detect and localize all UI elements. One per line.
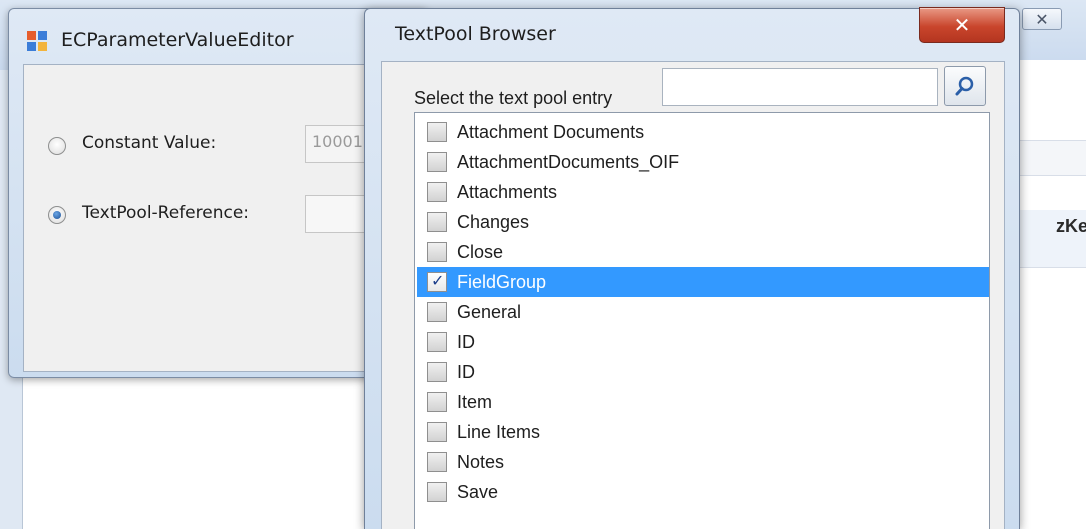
list-item-label: Attachment Documents [457,121,645,142]
list-item-checkbox[interactable] [427,392,447,412]
textpool-search-button[interactable] [944,66,986,106]
list-item[interactable]: AttachmentDocuments_OIF [417,147,989,177]
list-item-checkbox[interactable] [427,122,447,142]
list-item-checkbox[interactable] [427,302,447,322]
list-item-label: Notes [457,451,505,472]
list-item-label: Line Items [457,421,541,442]
constant-value-radio[interactable] [48,137,66,155]
list-item[interactable]: Item [417,387,989,417]
textpool-entry-list[interactable]: Attachment Documents AttachmentDocuments_… [414,112,990,529]
list-item[interactable]: Line Items [417,417,989,447]
list-item-label: Changes [457,211,530,232]
list-item-checkbox[interactable] [427,482,447,502]
app-window-icon [27,31,49,51]
list-item-label: FieldGroup [457,271,547,292]
list-item[interactable]: Changes [417,207,989,237]
list-item[interactable]: General [417,297,989,327]
magnifier-icon [955,76,974,96]
list-item-checkbox[interactable] [427,362,447,382]
textpool-close-button[interactable]: ✕ [919,7,1005,43]
list-item[interactable]: Save [417,477,989,507]
list-item-checkbox[interactable] [427,271,447,292]
background-close-button[interactable]: ✕ [1022,8,1062,30]
list-item-checkbox[interactable] [427,332,447,352]
list-item-checkbox[interactable] [427,152,447,172]
list-item-label: ID [457,331,475,352]
list-item-label: Save [457,481,499,502]
select-entry-label: Select the text pool entry [414,88,613,108]
list-item-checkbox[interactable] [427,212,447,232]
list-item-checkbox[interactable] [427,182,447,202]
list-item[interactable]: FieldGroup [417,267,989,297]
textpool-reference-radio[interactable] [48,206,66,224]
textpool-browser-title: TextPool Browser [395,23,556,45]
list-item-label: AttachmentDocuments_OIF [457,151,680,172]
textpool-search-input[interactable] [662,68,938,106]
list-item[interactable]: ID [417,357,989,387]
list-item-label: ID [457,361,475,382]
list-item[interactable]: Notes [417,447,989,477]
textpool-reference-label: TextPool-Reference: [82,203,250,223]
list-item-checkbox[interactable] [427,242,447,262]
list-item-label: Item [457,391,493,412]
close-icon: ✕ [953,13,971,37]
list-item[interactable]: ID [417,327,989,357]
list-item-checkbox[interactable] [427,452,447,472]
list-item[interactable]: Attachment Documents [417,117,989,147]
background-grid-cell-text: zKeC [1056,216,1086,236]
list-item-label: Attachments [457,181,558,202]
list-item[interactable]: Close [417,237,989,267]
list-item-checkbox[interactable] [427,422,447,442]
ec-editor-title: ECParameterValueEditor [61,29,294,51]
list-item[interactable]: Attachments [417,177,989,207]
list-item-label: General [457,301,522,322]
constant-value-label: Constant Value: [82,133,217,153]
close-icon: ✕ [1035,9,1049,29]
list-item-label: Close [457,241,504,262]
